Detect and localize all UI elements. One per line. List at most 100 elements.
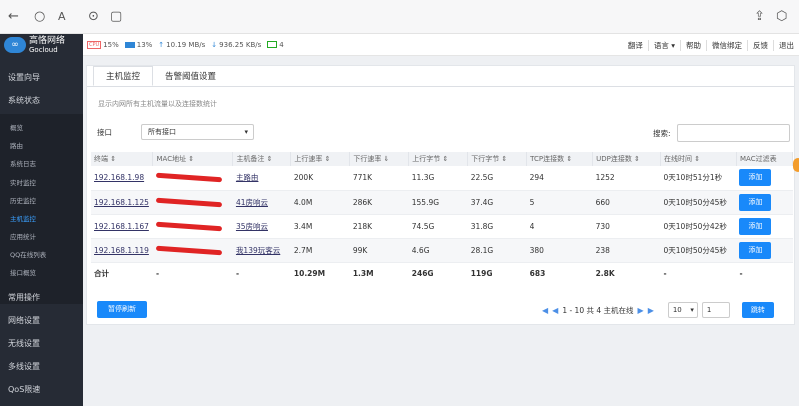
- up-rate: 2.7M: [290, 238, 350, 263]
- floating-widget[interactable]: [793, 158, 799, 172]
- tcp-count: 380: [526, 238, 593, 263]
- up-rate: 3.4M: [290, 214, 350, 239]
- add-filter-button[interactable]: 添加: [739, 241, 772, 259]
- jump-button[interactable]: 跳转: [741, 302, 774, 318]
- total-label: 合计: [94, 268, 109, 278]
- add-filter-button[interactable]: 添加: [739, 217, 772, 235]
- help-link[interactable]: 帮助: [681, 39, 707, 51]
- col-note[interactable]: 主机备注 ⇕: [232, 152, 292, 166]
- total-mac-filter: -: [739, 268, 743, 278]
- col-mac-filter: MAC过滤表: [736, 152, 794, 166]
- total-tcp: 683: [529, 268, 546, 278]
- menu-common[interactable]: 常用操作: [8, 292, 40, 303]
- up-rate: 4.0M: [290, 190, 350, 215]
- port-select[interactable]: 所有接口 ▾: [141, 124, 254, 140]
- tab-alert-threshold[interactable]: 告警阈值设置: [153, 66, 228, 86]
- browser-toolbar: ← ○ A ⊙ ▢ ⇪ ⬡: [0, 0, 799, 34]
- menu-system-status[interactable]: 系统状态: [8, 95, 40, 106]
- extension-icon[interactable]: ⬡: [776, 9, 787, 25]
- submenu-qq-online[interactable]: QQ在线列表: [10, 249, 46, 259]
- tcp-count: 4: [526, 214, 593, 239]
- host-ip-link[interactable]: 192.168.1.167: [94, 222, 149, 231]
- menu-setup-wizard[interactable]: 设置向导: [8, 72, 40, 83]
- font-icon[interactable]: A: [58, 9, 66, 25]
- pause-refresh-button[interactable]: 暂停刷新: [97, 301, 147, 318]
- tab-host-monitor[interactable]: 主机监控: [93, 66, 154, 86]
- feedback-link[interactable]: 反馈: [748, 39, 774, 51]
- logo-sub: Gocloud: [29, 45, 58, 54]
- host-note-link[interactable]: 主路由: [236, 173, 259, 182]
- host-ip-link[interactable]: 192.168.1.119: [94, 246, 149, 255]
- menu-qos[interactable]: QoS限速: [8, 384, 40, 395]
- host-ip-link[interactable]: 192.168.1.98: [94, 173, 144, 182]
- share-icon[interactable]: ⇪: [754, 9, 765, 25]
- submenu-overview[interactable]: 概览: [10, 122, 23, 132]
- udp-count: 238: [592, 238, 661, 263]
- up-rate: 200K: [290, 166, 350, 191]
- page-size-select[interactable]: 10 ▾: [667, 302, 698, 318]
- col-down-rate[interactable]: 下行速率 ⇓: [349, 152, 410, 166]
- submenu-syslog[interactable]: 系统日志: [10, 158, 36, 168]
- col-tcp[interactable]: TCP连接数 ⇕: [526, 152, 594, 166]
- redacted-mac: [155, 221, 223, 231]
- table-row: 192.168.1.167 35房响云 3.4M 218K 74.5G 31.8…: [91, 214, 793, 239]
- port-label: 接口: [97, 128, 112, 137]
- total-up-rate: 10.29M: [293, 268, 326, 278]
- page-number-input[interactable]: 1: [701, 302, 730, 318]
- last-page-icon[interactable]: ▶: [648, 306, 654, 315]
- table-row: 192.168.1.98 主路由 200K 771K 11.3G 22.5G 2…: [91, 166, 793, 191]
- total-time: -: [663, 268, 667, 278]
- col-up-bytes[interactable]: 上行字节 ⇕: [408, 152, 469, 166]
- down-rate: 286K: [349, 190, 409, 215]
- back-icon[interactable]: ←: [8, 9, 19, 25]
- online-time: 0天10时51分1秒: [660, 166, 737, 191]
- logo: ∞ 高恪网络 Gocloud: [0, 34, 83, 56]
- col-udp[interactable]: UDP连接数 ⇕: [592, 152, 662, 166]
- submenu-realtime[interactable]: 实时监控: [10, 177, 36, 187]
- menu-network[interactable]: 网络设置: [8, 315, 40, 326]
- menu-multiline[interactable]: 多线设置: [8, 361, 40, 372]
- next-page-icon[interactable]: ▶: [638, 306, 644, 315]
- language-dropdown[interactable]: 语言 ▾: [649, 39, 681, 51]
- col-terminal[interactable]: 终端 ⇕: [91, 152, 154, 166]
- menu-wireless[interactable]: 无线设置: [8, 338, 40, 349]
- udp-count: 1252: [592, 166, 661, 191]
- down-bytes: 28.1G: [467, 238, 527, 263]
- submenu-app-stats[interactable]: 应用统计: [10, 231, 36, 241]
- refresh-icon[interactable]: ○: [34, 9, 45, 25]
- wechat-bind-link[interactable]: 微信绑定: [707, 39, 748, 51]
- total-mac: -: [155, 268, 160, 278]
- redacted-mac: [155, 172, 223, 183]
- add-filter-button[interactable]: 添加: [739, 169, 772, 187]
- dropdown-arrow-icon: ▾: [244, 128, 248, 136]
- translate-link[interactable]: 翻译: [623, 39, 649, 51]
- online-icon: [267, 41, 278, 48]
- submenu-host-monitor[interactable]: 主机监控: [10, 213, 36, 223]
- prev-page-icon[interactable]: ◀: [552, 306, 558, 315]
- cpu-icon: CPU: [87, 40, 102, 49]
- host-note-link[interactable]: 41房响云: [236, 198, 268, 207]
- host-note-link[interactable]: 35房响云: [236, 222, 268, 231]
- host-table: 终端 ⇕ MAC地址 ⇕ 主机备注 ⇕ 上行速率 ⇕ 下行速率 ⇓ 上行字节 ⇕…: [91, 152, 794, 284]
- host-ip-link[interactable]: 192.168.1.125: [94, 198, 149, 207]
- submenu-route[interactable]: 路由: [10, 140, 23, 150]
- down-bytes: 22.5G: [467, 166, 527, 191]
- search-input[interactable]: [677, 124, 790, 142]
- col-online-time[interactable]: 在线时间 ⇕: [660, 152, 737, 166]
- first-page-icon[interactable]: ◀: [542, 306, 548, 315]
- host-note-link[interactable]: 我139玩客云: [236, 246, 280, 255]
- logout-link[interactable]: 退出: [774, 40, 799, 51]
- tcp-count: 294: [526, 166, 593, 191]
- total-row: 合计 - - 10.29M 1.3M 246G 119G 683 2.8K - …: [91, 262, 793, 284]
- tab-icon[interactable]: ▢: [110, 9, 122, 25]
- col-up-rate[interactable]: 上行速率 ⇕: [290, 152, 351, 166]
- redacted-mac: [155, 245, 223, 255]
- online-value: 4: [279, 40, 284, 49]
- submenu-interface[interactable]: 接口概览: [10, 267, 36, 277]
- submenu-history[interactable]: 历史监控: [10, 195, 36, 205]
- link-icon[interactable]: ⊙: [88, 9, 99, 25]
- col-mac[interactable]: MAC地址 ⇕: [152, 152, 234, 166]
- col-down-bytes[interactable]: 下行字节 ⇕: [467, 152, 528, 166]
- up-bytes: 11.3G: [408, 166, 468, 191]
- add-filter-button[interactable]: 添加: [739, 193, 772, 211]
